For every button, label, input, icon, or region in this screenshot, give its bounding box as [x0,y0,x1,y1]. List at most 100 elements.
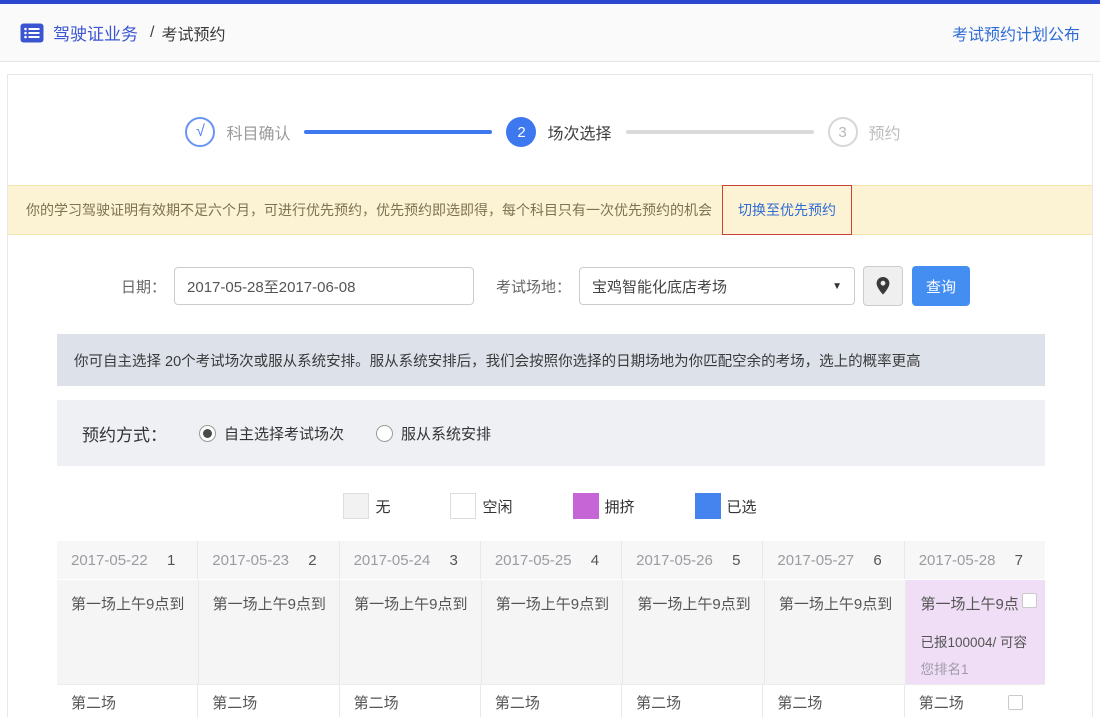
radio-system-arrange[interactable] [376,425,393,442]
venue-select-value: 宝鸡智能化底店考场 [592,276,832,297]
legend-swatch-crowded [573,493,599,519]
mode-option-system-arrange-label: 服从系统安排 [401,423,491,444]
header-day: 2 [308,552,316,569]
session-title: 第二场 [636,692,681,713]
booking-mode-label: 预约方式： [82,421,167,446]
session-cell[interactable]: 第一场上午9点到 [622,580,764,684]
booking-mode-row: 预约方式： 自主选择考试场次 服从系统安排 [57,400,1045,466]
venue-label: 考试场地： [496,276,571,297]
mode-option-system-arrange[interactable]: 服从系统安排 [376,423,491,444]
header-date: 2017-05-27 [777,552,854,569]
legend-label-none: 无 [375,496,390,517]
radio-self-select[interactable] [199,425,216,442]
session-checkbox[interactable] [1008,695,1023,710]
session-cell[interactable]: 第一场上午9点到 [339,580,481,684]
session-stats: 已报100004/ 可容 [920,631,1037,651]
date-header: 2017-05-24 3 [339,541,480,579]
date-header: 2017-05-28 7 [904,541,1045,579]
exam-plan-link[interactable]: 考试预约计划公布 [952,21,1080,45]
content-card: √ 科目确认 2 场次选择 3 预约 你的学习驾驶证明有效期不足六个月，可进行优… [7,74,1093,717]
header-day: 4 [591,552,599,569]
legend-swatch-selected [695,493,721,519]
session-cell[interactable]: 第二场 [197,684,338,717]
header-date: 2017-05-26 [636,552,713,569]
step-2-label: 场次选择 [547,120,611,144]
date-header: 2017-05-23 2 [197,541,338,579]
list-icon [20,23,44,43]
header-day: 7 [1015,552,1023,569]
search-button[interactable]: 查询 [912,266,970,306]
step-connector-done [304,130,492,134]
header-bar: 驾驶证业务 / 考试预约 考试预约计划公布 [0,4,1100,62]
chevron-down-icon: ▼ [832,281,842,292]
session-title: 第二场 [71,692,116,713]
legend-item-free: 空闲 [450,493,512,519]
date-header: 2017-05-25 4 [480,541,621,579]
legend-item-none: 无 [343,493,390,519]
session-title: 第二场 [354,692,399,713]
session-cell[interactable]: 第二场 [762,684,903,717]
session-row-1: 第一场上午9点到 第一场上午9点到 第一场上午9点到 第一场上午9点到 第一场上… [57,580,1045,684]
mode-option-self-select-label: 自主选择考试场次 [224,423,344,444]
header-date: 2017-05-25 [495,552,572,569]
schedule-table: 2017-05-22 1 2017-05-23 2 2017-05-24 3 2017… [57,541,1045,717]
step-1-circle: √ [185,117,215,147]
header-date: 2017-05-24 [354,552,431,569]
step-2-circle: 2 [506,117,536,147]
filter-row: 日期： 考试场地： 宝鸡智能化底店考场 ▼ 查询 [8,266,1092,306]
session-cell[interactable]: 第一场上午9点到 [481,580,623,684]
session-row-2: 第二场 第二场 第二场 第二场 第二场 第二场 第二场 [57,684,1045,717]
legend-swatch-none [343,493,369,519]
date-header: 2017-05-22 1 [57,541,197,579]
session-title: 第二场 [495,692,540,713]
date-label: 日期： [121,276,166,297]
header-day: 6 [873,552,881,569]
session-title: 第二场 [212,692,257,713]
session-cell[interactable]: 第一场上午9点到 [57,580,198,684]
priority-notice-bar: 你的学习驾驶证明有效期不足六个月，可进行优先预约，优先预约即选即得，每个科目只有… [8,185,1092,235]
header-date: 2017-05-23 [212,552,289,569]
legend-item-selected: 已选 [695,493,757,519]
header-date: 2017-05-22 [71,552,148,569]
session-cell[interactable]: 第二场 [57,684,197,717]
stepper: √ 科目确认 2 场次选择 3 预约 [8,75,1092,147]
mode-option-self-select[interactable]: 自主选择考试场次 [199,423,344,444]
step-1-label: 科目确认 [226,120,290,144]
session-cell[interactable]: 第二场 [621,684,762,717]
header-day: 5 [732,552,740,569]
session-cell[interactable]: 第二场 [339,684,480,717]
switch-priority-highlight-box[interactable]: 切换至优先预约 [722,185,852,235]
schedule-header-row: 2017-05-22 1 2017-05-23 2 2017-05-24 3 2017… [57,541,1045,579]
legend-label-crowded: 拥挤 [605,496,635,517]
venue-select[interactable]: 宝鸡智能化底店考场 ▼ [579,267,855,305]
header-day: 1 [167,552,175,569]
session-title: 第二场 [777,692,822,713]
date-range-input[interactable] [174,267,474,305]
session-cell[interactable]: 第一场上午9点到 [198,580,340,684]
breadcrumb-separator: / [150,24,154,42]
legend-item-crowded: 拥挤 [573,493,635,519]
switch-priority-link[interactable]: 切换至优先预约 [738,200,836,220]
header-day: 3 [450,552,458,569]
step-3-circle: 3 [828,117,858,147]
session-cell[interactable]: 第二场 [904,684,1045,717]
map-location-button[interactable] [863,266,903,306]
legend-swatch-free [450,493,476,519]
status-legend: 无 空闲 拥挤 已选 [8,493,1092,519]
breadcrumb-root[interactable]: 驾驶证业务 [53,20,138,45]
session-cell[interactable]: 第一场上午9点到 [764,580,906,684]
legend-label-free: 空闲 [482,496,512,517]
header-date: 2017-05-28 [919,552,996,569]
priority-notice-text: 你的学习驾驶证明有效期不足六个月，可进行优先预约，优先预约即选即得，每个科目只有… [26,200,712,220]
session-cell-crowded[interactable]: 第一场上午9点 已报100004/ 可容 您排名1 [905,580,1045,684]
step-connector-pending [626,130,814,134]
session-title: 第一场上午9点 [920,593,1022,614]
session-checkbox[interactable] [1022,593,1037,608]
breadcrumb-current: 考试预约 [161,21,225,45]
date-header: 2017-05-26 5 [621,541,762,579]
session-cell[interactable]: 第二场 [480,684,621,717]
tip-bar: 你可自主选择 20个考试场次或服从系统安排。服从系统安排后，我们会按照你选择的日… [57,334,1045,386]
legend-label-selected: 已选 [727,496,757,517]
session-title: 第二场 [919,692,964,713]
location-pin-icon [876,277,890,295]
